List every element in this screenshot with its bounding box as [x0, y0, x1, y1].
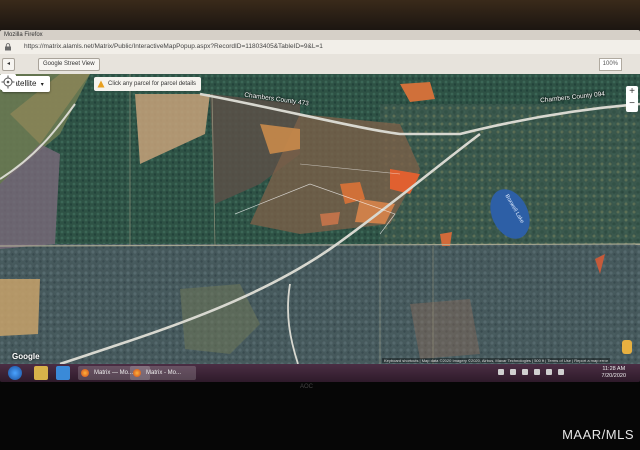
zoom-out-button[interactable]: −: [626, 98, 638, 110]
chevron-down-icon: ▾: [40, 82, 44, 88]
google-logo: Google: [12, 352, 40, 361]
address-bar[interactable]: https://matrix.alamls.net/Matrix/Public/…: [0, 40, 640, 55]
parcel-hint-text: Click any parcel for parcel details: [108, 81, 197, 87]
monitor-brand: AOC: [300, 384, 314, 390]
volume-icon[interactable]: [558, 369, 564, 375]
tray-icon[interactable]: [510, 369, 516, 375]
system-clock[interactable]: 11:28 AM 7/20/2020: [602, 366, 626, 380]
firefox-icon: [133, 369, 141, 377]
back-button[interactable]: ◂: [2, 58, 16, 71]
map-attribution[interactable]: Keyboard shortcuts | Map data ©2020 Imag…: [381, 358, 610, 363]
lock-icon: [5, 43, 11, 51]
parcel-hint: Click any parcel for parcel details: [94, 77, 202, 91]
clock-date: 7/20/2020: [601, 373, 626, 379]
url-text[interactable]: https://matrix.alamls.net/Matrix/Public/…: [24, 40, 323, 54]
pegman-icon[interactable]: [622, 340, 632, 354]
taskbar-window-button[interactable]: Matrix - Mo...: [130, 366, 196, 380]
monitor-screen: Mozilla Firefox https://matrix.alamls.ne…: [0, 30, 640, 382]
monitor-bezel-top: [0, 0, 640, 32]
folder-icon[interactable]: [34, 366, 48, 380]
start-button[interactable]: [8, 366, 22, 380]
ie-icon[interactable]: [56, 366, 70, 380]
map-toolbar: ◂ Google Street View 100%: [0, 54, 640, 75]
tray-icon[interactable]: [498, 369, 504, 375]
monitor-bezel-bottom: [0, 382, 640, 450]
taskbar: Matrix — Mo... Matrix - Mo... 11:28 AM 7…: [0, 364, 640, 382]
window-title: Mozilla Firefox: [4, 32, 43, 38]
zoom-level-indicator[interactable]: 100%: [598, 58, 622, 71]
satellite-map[interactable]: Satellite ▾ Click any parcel for parcel …: [0, 74, 640, 364]
tray-icon[interactable]: [522, 369, 528, 375]
browser-title-bar: Mozilla Firefox: [0, 30, 640, 40]
satellite-imagery: [0, 74, 640, 364]
tray-icon[interactable]: [534, 369, 540, 375]
clock-time: 11:28 AM: [602, 366, 626, 372]
street-view-button[interactable]: Google Street View: [38, 58, 100, 71]
firefox-icon: [81, 369, 89, 377]
watermark: MAAR/MLS: [562, 427, 634, 442]
taskbar-window-label: Matrix - Mo...: [146, 370, 182, 376]
zoom-in-button[interactable]: +: [626, 86, 638, 98]
zoom-control: + −: [626, 86, 638, 112]
warning-icon: [97, 80, 105, 88]
taskbar-window-label: Matrix — Mo...: [94, 370, 134, 376]
locate-icon[interactable]: [0, 74, 16, 90]
tray-icon[interactable]: [546, 369, 552, 375]
